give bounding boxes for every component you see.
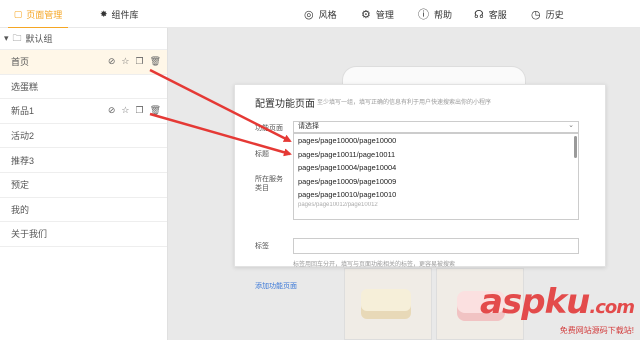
sidebar-item-label: 选蛋糕 bbox=[11, 81, 39, 92]
dialog-title: 配置功能页面 bbox=[255, 99, 315, 110]
sidebar-item-label: 新品1 bbox=[11, 106, 35, 117]
nav-history[interactable]: ◷ 历史 bbox=[531, 0, 564, 28]
eye-icon: ◎ bbox=[304, 8, 314, 21]
trash-icon[interactable]: 🗑 bbox=[150, 105, 161, 116]
clock-icon: ◷ bbox=[531, 8, 541, 21]
sidebar-item-home[interactable]: 首页 ⊘ ☆ ❐ 🗑 bbox=[0, 50, 167, 75]
nav-manage[interactable]: ⚙ 管理 bbox=[361, 0, 394, 28]
sidebar-item-label: 我的 bbox=[11, 204, 30, 215]
tab-page-manage[interactable]: ▢ 页面管理 bbox=[8, 0, 68, 29]
hide-icon[interactable]: ⊘ bbox=[108, 56, 116, 67]
page-select[interactable]: 请选择 ⌄ bbox=[293, 121, 579, 133]
page-icon: ▢ bbox=[13, 8, 23, 19]
page-group[interactable]: ▾ 🗀 默认组 bbox=[0, 28, 167, 50]
headset-icon: ☊ bbox=[474, 8, 484, 21]
page-group-label: 默认组 bbox=[25, 34, 53, 44]
sidebar-item-activity2[interactable]: 活动2 bbox=[0, 124, 167, 149]
dropdown-option[interactable]: pages/page10010/page10010 bbox=[294, 188, 578, 202]
label-category: 所在服务类目 bbox=[255, 176, 283, 192]
dropdown-option[interactable]: pages/page10000/page10000 bbox=[294, 134, 578, 148]
nav-service[interactable]: ☊ 客服 bbox=[474, 0, 507, 28]
tab-component-lib[interactable]: ✸ 组件库 bbox=[100, 0, 139, 28]
gear-icon: ⚙ bbox=[361, 8, 371, 21]
cake-image-1 bbox=[344, 268, 432, 340]
watermark-logo: aspku.com bbox=[480, 282, 635, 322]
top-bar: ▢ 页面管理 ✸ 组件库 ◎ 风格 ⚙ 管理 ⓘ 帮助 ☊ 客服 ◷ 历史 bbox=[0, 0, 640, 29]
dropdown-option[interactable]: pages/page10004/page10004 bbox=[294, 161, 578, 175]
star-icon[interactable]: ☆ bbox=[121, 56, 129, 67]
sidebar-item-cake[interactable]: 选蛋糕 bbox=[0, 75, 167, 100]
copy-icon[interactable]: ❐ bbox=[135, 105, 143, 116]
page-dropdown: pages/page10000/page10000 pages/page1001… bbox=[293, 133, 579, 220]
nav-manage-label: 管理 bbox=[375, 9, 394, 20]
label-title: 标题 bbox=[255, 151, 269, 158]
tab-page-manage-label: 页面管理 bbox=[26, 9, 63, 20]
sidebar-item-label: 首页 bbox=[11, 57, 30, 68]
help-icon: ⓘ bbox=[418, 9, 429, 21]
sidebar-item-reserve[interactable]: 预定 bbox=[0, 173, 167, 198]
sidebar-item-label: 推荐3 bbox=[11, 155, 35, 166]
nav-style-label: 风格 bbox=[318, 9, 337, 20]
sidebar: ▾ 🗀 默认组 首页 ⊘ ☆ ❐ 🗑 选蛋糕 新品1 ⊘ ☆ ❐ 🗑 活动2 推… bbox=[0, 28, 168, 340]
nav-history-label: 历史 bbox=[545, 9, 564, 20]
sidebar-item-recommend3[interactable]: 推荐3 bbox=[0, 148, 167, 173]
dropdown-option[interactable]: pages/page10009/page10009 bbox=[294, 175, 578, 189]
folder-icon: 🗀 bbox=[12, 32, 22, 43]
tags-input[interactable] bbox=[293, 238, 579, 254]
caret-down-icon: ▾ bbox=[4, 33, 9, 43]
hide-icon[interactable]: ⊘ bbox=[108, 105, 116, 116]
copy-icon[interactable]: ❐ bbox=[135, 56, 143, 67]
sidebar-item-label: 关于我们 bbox=[11, 229, 48, 240]
tags-help: 标签用回车分开，填写与页面功能相关的标签，更容易被搜索 bbox=[293, 262, 456, 268]
dialog-hint: 至少填写一组，填写正确的信息有利于用户快速搜索出你的小程序 bbox=[317, 100, 492, 106]
nav-help-label: 帮助 bbox=[434, 9, 453, 20]
sidebar-item-label: 活动2 bbox=[11, 131, 35, 142]
dropdown-option[interactable]: pages/page10012/page10012 bbox=[294, 202, 578, 208]
chevron-down-icon: ⌄ bbox=[568, 122, 574, 129]
nav-style[interactable]: ◎ 风格 bbox=[304, 0, 337, 28]
component-icon: ✸ bbox=[100, 8, 108, 19]
trash-icon[interactable]: 🗑 bbox=[150, 56, 161, 67]
tab-component-lib-label: 组件库 bbox=[111, 9, 139, 20]
select-value: 请选择 bbox=[298, 123, 319, 130]
dropdown-scrollbar[interactable] bbox=[574, 136, 577, 158]
watermark: aspku.com 免费网站源码下载站! bbox=[480, 282, 635, 336]
add-page-link[interactable]: 添加功能页面 bbox=[255, 281, 297, 291]
nav-service-label: 客服 bbox=[488, 9, 507, 20]
watermark-sub: 免费网站源码下载站! bbox=[559, 326, 634, 335]
label-tags: 标签 bbox=[255, 243, 269, 250]
sidebar-item-new1[interactable]: 新品1 ⊘ ☆ ❐ 🗑 bbox=[0, 99, 167, 124]
sidebar-item-label: 预定 bbox=[11, 180, 30, 191]
dropdown-option[interactable]: pages/page10011/page10011 bbox=[294, 148, 578, 162]
label-page: 功能页面 bbox=[255, 125, 283, 132]
sidebar-item-about[interactable]: 关于我们 bbox=[0, 222, 167, 247]
sidebar-item-mine[interactable]: 我的 bbox=[0, 198, 167, 223]
nav-help[interactable]: ⓘ 帮助 bbox=[418, 0, 452, 28]
config-dialog: 配置功能页面 至少填写一组，填写正确的信息有利于用户快速搜索出你的小程序 功能页… bbox=[234, 84, 606, 290]
star-icon[interactable]: ☆ bbox=[121, 105, 129, 116]
